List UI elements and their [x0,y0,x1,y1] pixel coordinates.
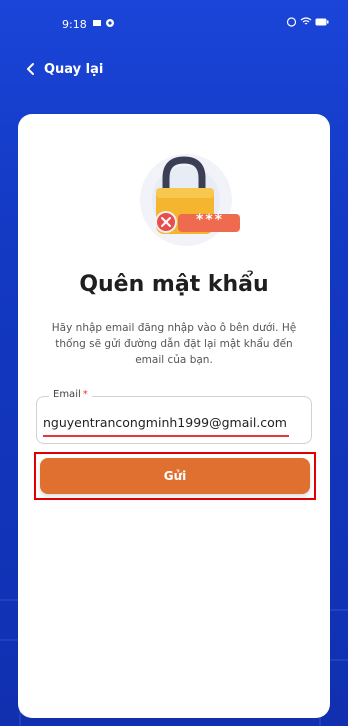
gallery-icon [93,20,101,26]
password-mask-text: *** [196,212,224,228]
wifi-icon [300,17,312,25]
submit-button[interactable]: Gửi [40,458,310,494]
email-label: Email * [49,389,92,400]
chevron-left-icon[interactable] [24,62,38,76]
email-field: Email * [36,389,312,444]
page-title: Quên mật khẩu [79,272,269,297]
status-time: 9:18 [62,18,87,31]
back-link[interactable]: Quay lại [44,62,103,77]
spellcheck-underline [43,435,289,437]
status-bar: 9:18 [0,0,348,40]
required-marker: * [82,389,88,400]
lock-password-illustration [140,154,240,246]
alarm-icon [286,17,297,27]
instruction-text: Hãy nhập email đăng nhập vào ô bên dưới.… [51,322,297,366]
forgot-password-card: *** Quên mật khẩu Hãy nhập email đăng nh… [18,114,330,718]
sync-icon [106,19,114,27]
top-navigation: Quay lại [0,56,348,86]
battery-icon [315,18,329,25]
email-input[interactable] [43,411,305,433]
screen: 9:18 Quay lại *** Quên mật khẩu Hãy nhập… [0,0,348,726]
